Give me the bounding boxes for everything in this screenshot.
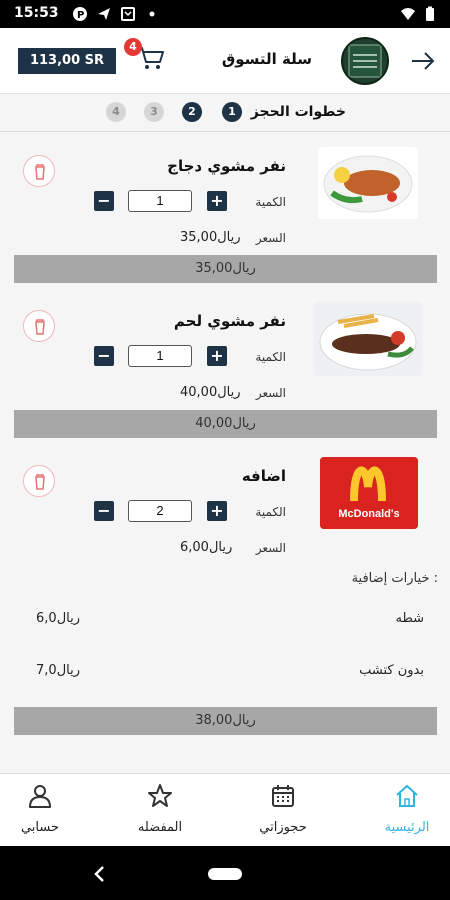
quantity-input[interactable]: 2	[128, 500, 192, 522]
nav-label: حجوزاتي	[259, 820, 307, 835]
decrease-qty-button[interactable]: −	[94, 346, 114, 366]
decrease-qty-button[interactable]: −	[94, 191, 114, 211]
delete-item-button[interactable]	[23, 155, 55, 187]
item-subtotal: 40,00ريال	[14, 410, 437, 438]
wifi-icon	[401, 8, 415, 20]
svg-text:P: P	[77, 10, 84, 21]
nav-label: حسابي	[20, 820, 60, 835]
extra-option-price: 7,0ريال	[36, 663, 80, 678]
p-icon: P	[73, 7, 87, 21]
decrease-qty-button[interactable]: −	[94, 501, 114, 521]
booking-steps: خطوات الحجز 1 2 3 4	[0, 94, 450, 132]
qty-label: الكمية	[255, 195, 286, 209]
step-4: 4	[106, 102, 126, 122]
cart-item: اضافه McDonald's + 2 − الكمية السعر 6,00…	[0, 443, 450, 743]
status-bar: 15:53 P	[0, 0, 450, 28]
item-name: نفر مشوي لحم	[173, 312, 286, 330]
steps-label: خطوات الحجز	[250, 104, 346, 120]
cart-count-badge: 4	[124, 38, 142, 56]
nav-home[interactable]: الرئيسية	[362, 782, 450, 835]
item-subtotal: 35,00ريال	[14, 255, 437, 283]
cart-total: 113,00 SR	[18, 48, 116, 74]
nav-favorites[interactable]: المفضله	[115, 782, 205, 835]
mcdonalds-logo: McDonald's	[320, 457, 418, 529]
mail-icon	[121, 7, 135, 21]
price-label: السعر	[255, 231, 286, 245]
increase-qty-button[interactable]: +	[207, 346, 227, 366]
restaurant-logo	[341, 37, 389, 85]
dot-icon	[149, 11, 155, 17]
bottom-navigation: الرئيسية حجوزاتي المفضله حسابي	[0, 773, 450, 846]
item-price: 6,00ريال	[180, 540, 233, 555]
price-label: السعر	[255, 541, 286, 555]
home-icon	[396, 784, 418, 807]
trash-icon	[35, 319, 45, 335]
item-image	[314, 302, 422, 376]
nav-label: المفضله	[137, 820, 183, 835]
arrow-right-icon[interactable]	[410, 48, 436, 74]
item-price: 35,00ريال	[180, 230, 241, 245]
item-subtotal: 38,00ريال	[14, 707, 437, 735]
status-notification-icons: P	[72, 6, 160, 22]
cart-item: نفر مشوي لحم + 1 − الكمية السعر 40,00ريا…	[0, 288, 450, 440]
grilled-chicken-plate	[318, 147, 418, 219]
nav-bookings[interactable]: حجوزاتي	[238, 782, 328, 835]
trash-icon	[35, 164, 45, 180]
increase-qty-button[interactable]: +	[207, 191, 227, 211]
nav-account[interactable]: حسابي	[0, 782, 85, 835]
status-system-icons	[400, 6, 438, 22]
step-3: 3	[144, 102, 164, 122]
extras-title: خيارات إضافية :	[351, 571, 438, 586]
quantity-input[interactable]: 1	[128, 190, 192, 212]
system-back-icon[interactable]	[92, 864, 108, 884]
qty-label: الكمية	[255, 505, 286, 519]
item-name: نفر مشوي دجاج	[167, 157, 286, 175]
star-icon	[148, 784, 172, 807]
delete-item-button[interactable]	[23, 310, 55, 342]
qty-label: الكمية	[255, 350, 286, 364]
item-image: McDonald's	[320, 457, 418, 529]
cart-item: نفر مشوي دجاج + 1 − الكمية السعر 35,00ري…	[0, 133, 450, 285]
send-icon	[98, 8, 110, 20]
delete-item-button[interactable]	[23, 465, 55, 497]
mcdonalds-text: McDonald's	[338, 508, 399, 520]
increase-qty-button[interactable]: +	[207, 501, 227, 521]
logo-graphic	[348, 44, 382, 78]
status-time: 15:53	[14, 5, 59, 21]
extra-option-price: 6,0ريال	[36, 611, 80, 626]
page-title: سلة التسوق	[221, 50, 312, 68]
home-pill[interactable]	[208, 868, 242, 880]
cart-items-list: نفر مشوي دجاج + 1 − الكمية السعر 35,00ري…	[0, 133, 450, 773]
calendar-icon	[272, 785, 294, 807]
extra-option-name: شطه	[395, 611, 424, 626]
step-2: 2	[182, 102, 202, 122]
item-price: 40,00ريال	[180, 385, 241, 400]
battery-icon	[426, 6, 434, 21]
item-name: اضافه	[241, 467, 286, 485]
user-icon	[29, 785, 51, 808]
quantity-input[interactable]: 1	[128, 345, 192, 367]
item-image	[318, 147, 418, 219]
extra-option-name: بدون كتشب	[359, 663, 424, 678]
app-header: 113,00 SR 4 سلة التسوق	[0, 28, 450, 94]
step-1: 1	[222, 102, 242, 122]
trash-icon	[35, 474, 45, 490]
system-navigation-bar	[0, 846, 450, 900]
grilled-meat-plate	[314, 302, 422, 376]
nav-label: الرئيسية	[384, 820, 430, 835]
price-label: السعر	[255, 386, 286, 400]
